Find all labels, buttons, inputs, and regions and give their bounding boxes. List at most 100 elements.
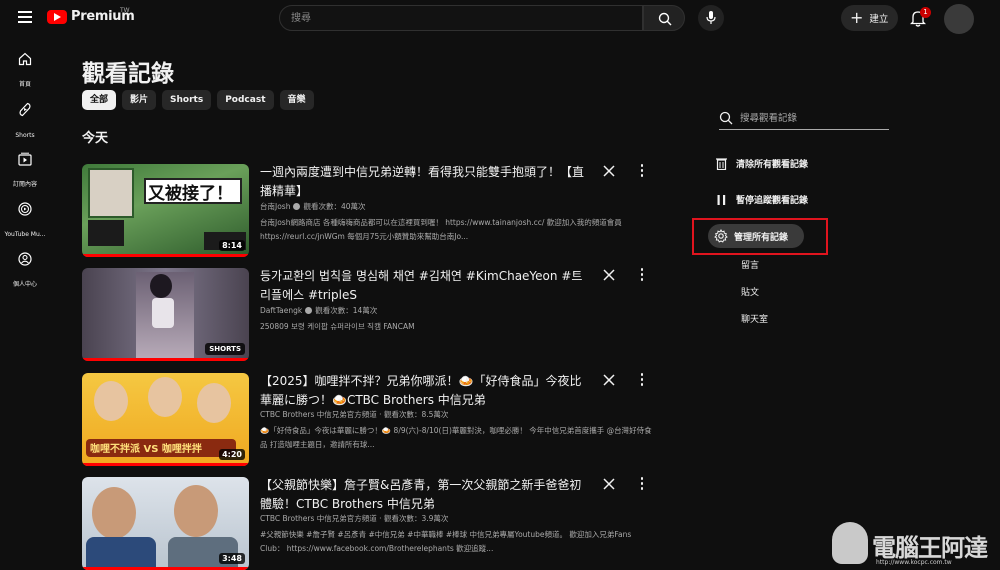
chip-music[interactable]: 音樂	[279, 90, 314, 110]
more-options-icon[interactable]	[639, 373, 645, 387]
channel-name[interactable]: 台南Josh	[260, 202, 290, 211]
watermark-url: http://www.kocpc.com.tw	[876, 559, 952, 566]
plus-icon: +	[850, 8, 864, 27]
view-count: 觀看次數：14萬次	[315, 306, 378, 315]
remove-from-history-icon[interactable]	[602, 268, 616, 282]
clear-history-label: 清除所有觀看記錄	[736, 160, 809, 170]
section-title-today: 今天	[82, 131, 109, 146]
watch-progress-bar	[82, 358, 249, 361]
video-title[interactable]: 【2025】咖哩拌不拌？兄弟你哪派！🍛「好侍食品」今夜比華麗に勝つ！🍛CTBC …	[260, 372, 590, 410]
video-duration: 4:20	[219, 449, 245, 460]
watch-progress-bar	[82, 463, 249, 466]
clear-history-button[interactable]: 清除所有觀看記錄	[716, 157, 808, 170]
history-comments-link[interactable]: 留言	[741, 258, 759, 271]
notification-badge: 1	[920, 7, 931, 18]
channel-name[interactable]: CTBC Brothers 中信兄弟官方頻道	[260, 514, 377, 523]
remove-from-history-icon[interactable]	[602, 373, 616, 387]
remove-from-history-icon[interactable]	[602, 164, 616, 178]
history-posts-link[interactable]: 貼文	[741, 285, 759, 298]
watch-progress-bar	[82, 254, 249, 257]
youtube-music-icon	[18, 202, 32, 216]
video-description: 250809 보령 케이팝 슈퍼라이브 직캠 FANCAM	[260, 322, 415, 331]
video-thumbnail[interactable]: SHORTS	[82, 268, 249, 361]
microphone-icon	[706, 11, 716, 24]
search-input[interactable]	[280, 6, 642, 31]
remove-from-history-icon[interactable]	[602, 477, 616, 491]
voice-search-button[interactable]	[698, 5, 724, 31]
sidebar-item-home[interactable]: 首頁	[0, 52, 50, 90]
pause-history-button[interactable]: 暫停追蹤觀看記錄	[716, 193, 808, 206]
page-title: 觀看記錄	[82, 61, 174, 87]
manage-all-history-label: 管理所有記錄	[734, 232, 789, 243]
history-live-chat-link[interactable]: 聊天室	[741, 312, 768, 325]
trash-icon	[716, 158, 727, 170]
search-icon	[719, 111, 733, 125]
youtube-logo-icon	[47, 9, 67, 24]
top-bar: Premium TW + 建立 1	[0, 0, 1000, 36]
account-avatar[interactable]	[944, 4, 974, 34]
chip-podcast[interactable]: Podcast	[217, 90, 274, 110]
subscriptions-icon	[18, 152, 32, 166]
verified-icon	[305, 307, 313, 314]
video-item[interactable]: 又被接了！ 8:14 一週內兩度遭到中信兄弟逆轉！看得我只能雙手抱頭了！【直播精…	[82, 164, 662, 259]
video-description: 🍛「好侍食品」今夜は華麗に勝つ！🍛 8/9(六)-8/10(日)華麗對決，咖哩必…	[260, 426, 652, 449]
thumbnail-caption: 又被接了！	[148, 184, 233, 204]
verified-icon	[293, 203, 301, 210]
manage-all-history-button[interactable]: 管理所有記錄	[708, 224, 804, 248]
view-count: 觀看次數：8.5萬次	[383, 410, 449, 419]
sidebar-item-label: Shorts	[15, 132, 35, 139]
video-title[interactable]: 등가교환의 법칙을 명심해 채연 #김채연 #KimChaeYeon #트리플에…	[260, 267, 590, 305]
menu-icon[interactable]	[18, 11, 32, 23]
watermark-mascot	[832, 522, 868, 564]
search-button[interactable]	[643, 5, 685, 31]
video-item[interactable]: 咖哩不拌派 VS 咖哩拌拌 4:20 【2025】咖哩拌不拌？兄弟你哪派！🍛「好…	[82, 373, 662, 468]
sidebar-item-label: 首頁	[18, 81, 31, 88]
sidebar-item-label: 訂閱內容	[12, 181, 37, 188]
watermark-text: 電腦王阿達	[872, 533, 988, 562]
more-options-icon[interactable]	[639, 477, 645, 491]
sidebar-item-profile[interactable]: 個人中心	[0, 252, 50, 290]
video-duration: 8:14	[219, 240, 245, 251]
video-thumbnail[interactable]: 又被接了！ 8:14	[82, 164, 249, 257]
video-title[interactable]: 【父親節快樂】詹子賢&呂彥青，第一次父親節之新手爸爸初體驗！CTBC Broth…	[260, 476, 590, 514]
pause-history-label: 暫停追蹤觀看記錄	[736, 196, 809, 206]
chip-videos[interactable]: 影片	[122, 90, 157, 110]
pause-icon	[717, 194, 726, 205]
sidebar-item-youtube-music[interactable]: YouTube Mu...	[0, 202, 50, 240]
sidebar-item-label: YouTube Mu...	[4, 231, 46, 238]
video-thumbnail[interactable]: 3:48	[82, 477, 249, 570]
video-item[interactable]: 3:48 【父親節快樂】詹子賢&呂彥青，第一次父親節之新手爸爸初體驗！CTBC …	[82, 477, 662, 570]
shorts-badge: SHORTS	[205, 343, 245, 355]
thumbnail-caption: 咖哩不拌派 VS 咖哩拌拌	[90, 444, 202, 455]
video-meta: CTBC Brothers 中信兄弟官方頻道 · 觀看次數：8.5萬次	[260, 410, 449, 419]
video-duration: 3:48	[219, 553, 245, 564]
more-options-icon[interactable]	[639, 268, 645, 282]
search-icon	[658, 12, 672, 26]
video-meta: DaftTaengk 觀看次數：14萬次	[260, 305, 377, 316]
view-count: 觀看次數：40萬次	[303, 202, 366, 211]
video-description: #父親節快樂 #詹子賢 #呂彥青 #中信兄弟 #中華職棒 #棒球 中信兄弟專屬Y…	[260, 530, 632, 553]
video-meta: 台南Josh 觀看次數：40萬次	[260, 201, 366, 212]
gear-icon	[714, 229, 728, 243]
video-thumbnail[interactable]: 咖哩不拌派 VS 咖哩拌拌 4:20	[82, 373, 249, 466]
channel-name[interactable]: CTBC Brothers 中信兄弟官方頻道	[260, 410, 377, 419]
video-item[interactable]: SHORTS 등가교환의 법칙을 명심해 채연 #김채연 #KimChaeYeo…	[82, 268, 662, 363]
history-search	[719, 108, 889, 130]
video-meta: CTBC Brothers 中信兄弟官方頻道 · 觀看次數：3.9萬次	[260, 514, 449, 523]
sidebar-item-shorts[interactable]: Shorts	[0, 102, 50, 141]
history-search-input[interactable]	[740, 109, 885, 127]
chip-shorts[interactable]: Shorts	[162, 90, 212, 110]
profile-icon	[18, 252, 32, 266]
logo-region: TW	[120, 7, 130, 14]
search-box	[279, 5, 643, 31]
more-options-icon[interactable]	[639, 164, 645, 178]
sidebar-item-label: 個人中心	[12, 281, 37, 288]
create-label: 建立	[869, 14, 889, 25]
channel-name[interactable]: DaftTaengk	[260, 306, 302, 315]
filter-chips: 全部 影片 Shorts Podcast 音樂	[82, 90, 314, 110]
video-title[interactable]: 一週內兩度遭到中信兄弟逆轉！看得我只能雙手抱頭了！【直播精華】	[260, 163, 590, 201]
sidebar-item-subscriptions[interactable]: 訂閱內容	[0, 152, 50, 190]
chip-all[interactable]: 全部	[82, 90, 117, 110]
home-icon	[18, 52, 32, 66]
create-button[interactable]: + 建立	[841, 5, 898, 31]
